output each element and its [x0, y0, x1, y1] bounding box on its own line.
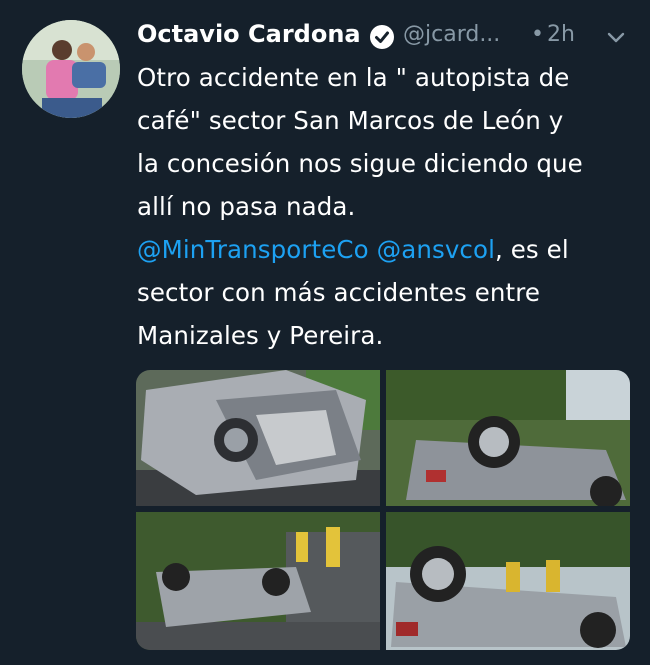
tweet-text-line: la concesión nos sigue diciendo que	[137, 149, 583, 178]
verified-badge-icon	[370, 25, 394, 49]
tweet-photo-4[interactable]	[386, 512, 630, 650]
separator-dot: •	[531, 22, 544, 47]
mentions-tail: , es el	[494, 235, 569, 264]
author-name[interactable]: Octavio Cardona	[137, 20, 361, 48]
tweet-text-line-mentions: @MinTransporteCo @ansvcol, es el	[137, 228, 632, 271]
tweet-text-line: Otro accidente en la " autopista de	[137, 63, 570, 92]
tweet-photo-1[interactable]	[136, 370, 380, 506]
chevron-down-icon[interactable]	[605, 26, 627, 48]
tweet-text-line: allí no pasa nada.	[137, 192, 356, 221]
author-handle[interactable]: @jcard...	[403, 22, 500, 47]
tweet-header: Octavio Cardona @jcard... • 2h	[137, 20, 637, 54]
avatar-photo	[22, 20, 120, 118]
author-avatar[interactable]	[22, 20, 120, 118]
tweet-text-line: café" sector San Marcos de León y	[137, 106, 564, 135]
tweet-timestamp[interactable]: 2h	[547, 22, 575, 47]
tweet-media-grid	[136, 370, 630, 650]
tweet-photo-3[interactable]	[136, 512, 380, 650]
tweet-photo-2[interactable]	[386, 370, 630, 506]
tweet-text: Otro accidente en la " autopista de café…	[137, 56, 632, 357]
tweet-text-line: sector con más accidentes entre	[137, 278, 541, 307]
mention-ansvcol[interactable]: @ansvcol	[377, 235, 495, 264]
mention-mintransporteco[interactable]: @MinTransporteCo	[137, 235, 369, 264]
tweet-text-line: Manizales y Pereira.	[137, 321, 384, 350]
